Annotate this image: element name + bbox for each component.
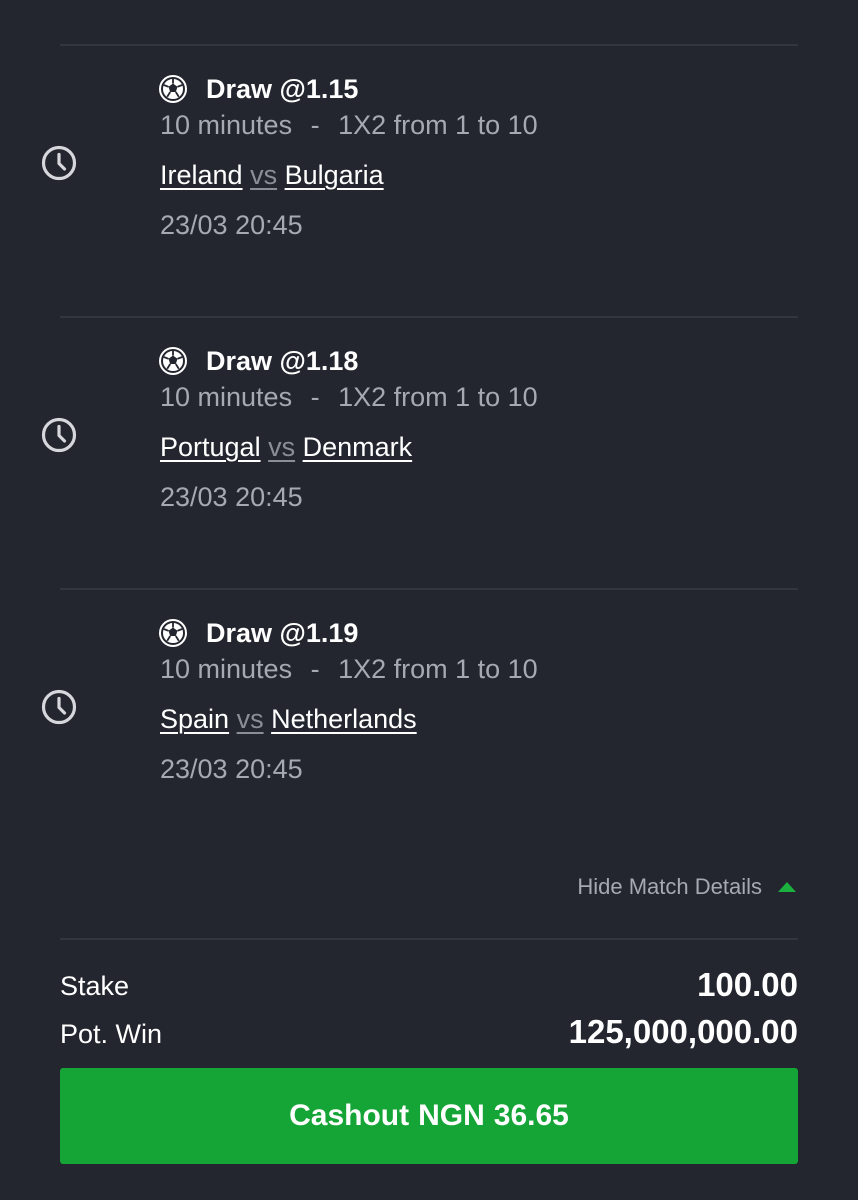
cashout-currency: NGN — [418, 1099, 485, 1132]
clock-icon — [41, 689, 77, 725]
home-team[interactable]: Ireland — [160, 160, 243, 190]
match-datetime: 23/03 20:45 — [160, 754, 303, 784]
home-team[interactable]: Spain — [160, 704, 229, 734]
cashout-button[interactable]: Cashout NGN 36.65 — [60, 1068, 798, 1164]
match-item-1: Draw @1.15 10 minutes -1X2 from 1 to 10 I… — [0, 46, 858, 318]
bet-details-panel: Draw @1.15 10 minutes -1X2 from 1 to 10 I… — [0, 0, 858, 1200]
match-teams-link[interactable]: Ireland vs Bulgaria — [160, 159, 384, 191]
hide-match-details-label: Hide Match Details — [577, 874, 762, 899]
hide-match-details-toggle[interactable]: Hide Match Details — [577, 872, 796, 902]
market-separator: - — [310, 382, 320, 412]
market-duration: 10 minutes — [160, 382, 293, 412]
stake-value: 100.00 — [697, 966, 798, 1003]
soccer-ball-icon — [159, 619, 187, 647]
market-separator: - — [310, 654, 320, 684]
pick-label: Draw @1.19 — [206, 618, 359, 648]
divider — [60, 938, 798, 940]
pot-win-value: 125,000,000.00 — [568, 1013, 798, 1050]
market-name: 1X2 from 1 to 10 — [338, 654, 538, 684]
vs-label: vs — [250, 160, 278, 190]
match-teams-link[interactable]: Portugal vs Denmark — [160, 431, 412, 463]
market-separator: - — [310, 110, 320, 140]
away-team[interactable]: Denmark — [303, 432, 413, 462]
away-team[interactable]: Netherlands — [271, 704, 417, 734]
pot-win-label: Pot. Win — [60, 1019, 163, 1049]
vs-label: vs — [268, 432, 296, 462]
vs-label: vs — [236, 704, 264, 734]
caret-up-icon — [778, 882, 796, 892]
match-item-3: Draw @1.19 10 minutes -1X2 from 1 to 10 S… — [0, 590, 858, 862]
market-info: 10 minutes -1X2 from 1 to 10 — [160, 382, 538, 412]
pick-label: Draw @1.15 — [206, 74, 359, 104]
market-duration: 10 minutes — [160, 110, 293, 140]
market-name: 1X2 from 1 to 10 — [338, 382, 538, 412]
market-duration: 10 minutes — [160, 654, 293, 684]
home-team[interactable]: Portugal — [160, 432, 261, 462]
pick-label: Draw @1.18 — [206, 346, 359, 376]
stake-label: Stake — [60, 971, 130, 1001]
match-datetime: 23/03 20:45 — [160, 482, 303, 512]
market-info: 10 minutes -1X2 from 1 to 10 — [160, 654, 538, 684]
clock-icon — [41, 145, 77, 181]
match-teams-link[interactable]: Spain vs Netherlands — [160, 703, 417, 735]
cashout-amount: 36.65 — [493, 1099, 569, 1132]
match-datetime: 23/03 20:45 — [160, 210, 303, 240]
cashout-label: Cashout — [289, 1099, 410, 1132]
market-name: 1X2 from 1 to 10 — [338, 110, 538, 140]
match-item-2: Draw @1.18 10 minutes -1X2 from 1 to 10 P… — [0, 318, 858, 590]
away-team[interactable]: Bulgaria — [285, 160, 384, 190]
clock-icon — [41, 417, 77, 453]
soccer-ball-icon — [159, 75, 187, 103]
soccer-ball-icon — [159, 347, 187, 375]
market-info: 10 minutes -1X2 from 1 to 10 — [160, 110, 538, 140]
